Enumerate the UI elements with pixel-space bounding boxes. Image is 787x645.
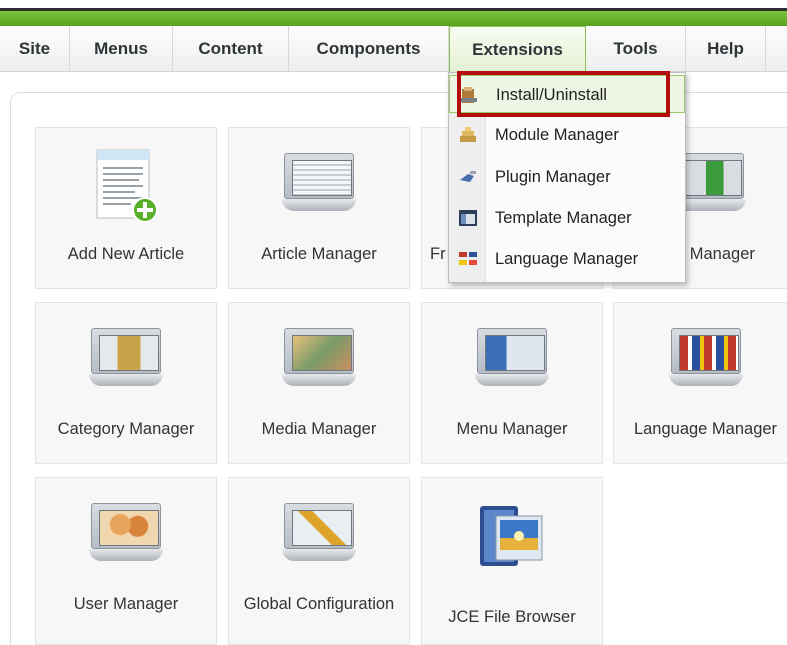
global-config-icon: [282, 503, 356, 563]
tile-user-manager[interactable]: User Manager: [35, 477, 217, 645]
menu-site[interactable]: Site: [0, 26, 70, 72]
tile-label: Category Manager: [57, 420, 195, 438]
install-uninstall-highlight: [457, 71, 670, 117]
menu-item-plugin-manager[interactable]: Plugin Manager: [449, 158, 685, 196]
tile-label: Language Manager: [633, 420, 778, 438]
top-edge: [0, 0, 787, 8]
tile-label: Global Configuration: [243, 595, 395, 613]
header-bar: [0, 8, 787, 26]
tile-article-manager[interactable]: Article Manager: [228, 127, 410, 289]
menu-item-language-manager[interactable]: Language Manager: [449, 240, 685, 278]
user-manager-icon: [89, 503, 163, 563]
menu-tools[interactable]: Tools: [586, 26, 686, 72]
menu-extensions[interactable]: Extensions: [449, 26, 586, 73]
menu-help[interactable]: Help: [686, 26, 766, 72]
tile-media-manager[interactable]: Media Manager: [228, 302, 410, 464]
tile-category-manager[interactable]: Category Manager: [35, 302, 217, 464]
menu-components[interactable]: Components: [289, 26, 449, 72]
category-manager-icon: [89, 328, 163, 388]
tile-label: Add New Article: [67, 245, 185, 263]
tile-jce-file-browser[interactable]: JCE File Browser: [421, 477, 603, 645]
tile-label: Article Manager: [261, 245, 377, 263]
template-window-icon: [458, 209, 478, 227]
tile-label: Menu Manager: [456, 420, 568, 438]
tile-global-configuration[interactable]: Global Configuration: [228, 477, 410, 645]
tile-label: n Manager: [676, 245, 755, 263]
tile-label: User Manager: [73, 595, 179, 613]
language-manager-icon: [668, 328, 743, 388]
tile-menu-manager[interactable]: Menu Manager: [421, 302, 603, 464]
menu-item-module-manager[interactable]: Module Manager: [449, 116, 685, 154]
language-flags-icon: [458, 250, 478, 268]
menu-content[interactable]: Content: [173, 26, 289, 72]
module-blocks-icon: [458, 126, 478, 144]
main-menubar: Site Menus Content Components Extensions…: [0, 26, 787, 73]
jce-browser-icon: [474, 504, 550, 576]
plugin-plug-icon: [458, 168, 478, 186]
tile-add-new-article[interactable]: Add New Article: [35, 127, 217, 289]
tile-language-manager[interactable]: Language Manager: [613, 302, 787, 464]
menu-menus[interactable]: Menus: [70, 26, 173, 72]
add-article-icon: [91, 148, 161, 226]
article-manager-icon: [282, 153, 356, 213]
menu-item-template-manager[interactable]: Template Manager: [449, 199, 685, 237]
media-manager-icon: [282, 328, 356, 388]
tile-label: Media Manager: [261, 420, 377, 438]
tile-label: JCE File Browser: [448, 608, 576, 626]
menu-manager-icon: [475, 328, 549, 388]
